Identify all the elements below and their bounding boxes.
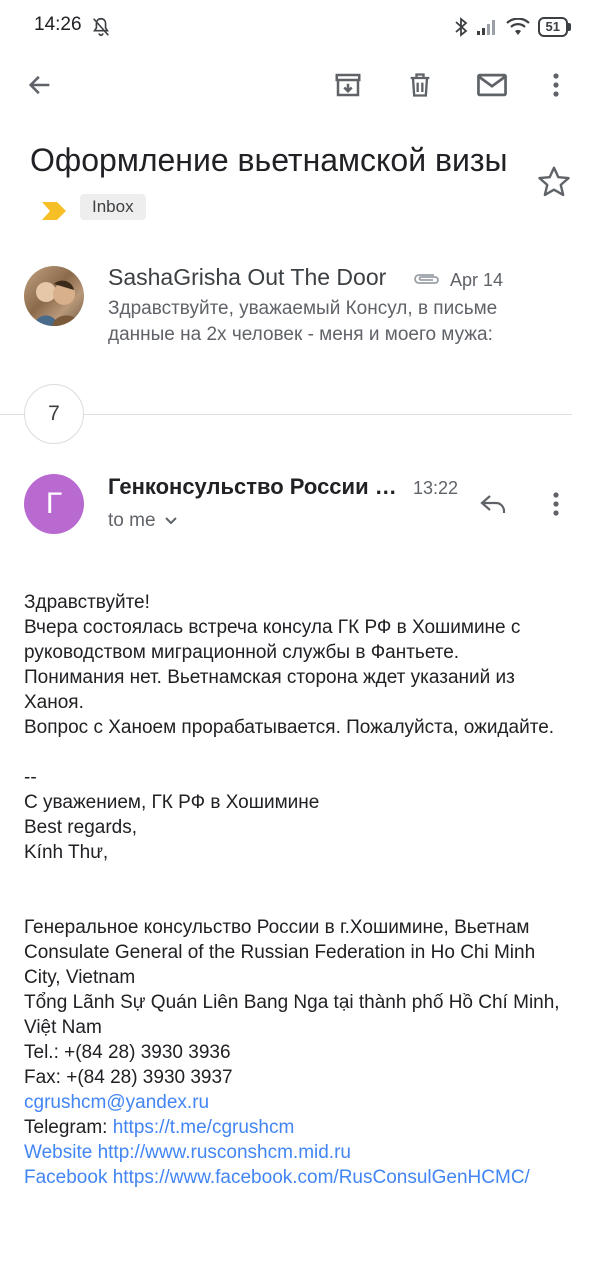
- reply-button[interactable]: [472, 482, 516, 526]
- more-options-button[interactable]: [534, 63, 578, 107]
- signature-line: Best regards,: [24, 817, 137, 838]
- collapsed-messages-count[interactable]: 7: [24, 384, 84, 444]
- recipient-text: to me: [108, 510, 156, 531]
- status-time: 14:26: [34, 14, 82, 35]
- arrow-back-icon: [28, 75, 50, 95]
- battery-indicator: 51: [537, 17, 572, 37]
- inbox-label[interactable]: Inbox: [80, 193, 146, 220]
- message-sender-name[interactable]: Генконсульство России в г.Хошимине: [108, 474, 406, 500]
- fax-number: Fax: +(84 28) 3930 3937: [24, 1067, 233, 1088]
- archive-button[interactable]: [326, 63, 370, 107]
- message-body: Здравствуйте! Вчера состоялась встреча к…: [24, 590, 572, 1190]
- bluetooth-icon: [454, 17, 467, 37]
- thread-sender-name[interactable]: SashaGrisha Out The Door: [108, 264, 386, 291]
- body-greeting: Здравствуйте!: [24, 592, 150, 613]
- notifications-off-icon: [93, 17, 109, 37]
- wifi-icon: [505, 18, 530, 35]
- recipient-details-toggle[interactable]: to me: [108, 510, 178, 532]
- reply-icon: [480, 495, 506, 513]
- signature-line: С уважением, ГК РФ в Хошимине: [24, 792, 320, 813]
- telegram-label: Telegram:: [24, 1117, 113, 1138]
- signal-icon: [476, 20, 495, 35]
- org-name-vi: Tổng Lãnh Sự Quán Liên Bang Nga tại thàn…: [24, 992, 560, 1038]
- avatar-photo[interactable]: [24, 266, 84, 326]
- mail-icon: [477, 73, 507, 97]
- status-icons: 51: [454, 14, 572, 40]
- message-time: 13:22: [413, 478, 459, 498]
- website-link[interactable]: Website http://www.rusconshcm.mid.ru: [24, 1142, 351, 1163]
- telegram-link[interactable]: https://t.me/cgrushcm: [113, 1117, 295, 1138]
- attachment-icon: [414, 274, 439, 284]
- message-more-options-button[interactable]: [534, 482, 578, 526]
- signature-separator: --: [24, 767, 37, 788]
- mark-unread-button[interactable]: [470, 63, 514, 107]
- email-link[interactable]: cgrushcm@yandex.ru: [24, 1092, 209, 1113]
- org-name-en: Consulate General of the Russian Federat…: [24, 942, 536, 988]
- thread-date: Apr 14: [450, 270, 504, 290]
- body-line: Вопрос с Ханоем прорабатывается. Пожалуй…: [24, 717, 555, 738]
- trash-icon: [410, 73, 430, 97]
- important-marker-icon[interactable]: [40, 187, 68, 235]
- archive-icon: [335, 73, 361, 97]
- body-line: Вчера состоялась встреча консула ГК РФ в…: [24, 617, 521, 663]
- signature-line: Kính Thư,: [24, 842, 109, 863]
- thread-snippet[interactable]: Здравствуйте, уважаемый Консул, в письме…: [108, 296, 558, 348]
- facebook-link[interactable]: Facebook https://www.facebook.com/RusCon…: [24, 1167, 530, 1188]
- body-line: Понимания нет. Вьетнамская сторона ждет …: [24, 667, 515, 713]
- org-name-ru: Генеральное консульство России в г.Хошим…: [24, 917, 530, 938]
- thread-divider: [0, 414, 572, 415]
- subject-text: Оформление вьетнамской визы: [30, 142, 508, 178]
- more-vert-icon: [553, 492, 559, 516]
- email-subject: Оформление вьетнамской визы Inbox: [30, 136, 510, 235]
- delete-button[interactable]: [398, 63, 442, 107]
- back-button[interactable]: [18, 63, 62, 107]
- sender-avatar[interactable]: Г: [24, 474, 84, 534]
- chevron-down-icon: [164, 517, 177, 525]
- phone-number: Tel.: +(84 28) 3930 3936: [24, 1042, 231, 1063]
- star-icon[interactable]: [536, 164, 572, 200]
- more-vert-icon: [553, 73, 559, 97]
